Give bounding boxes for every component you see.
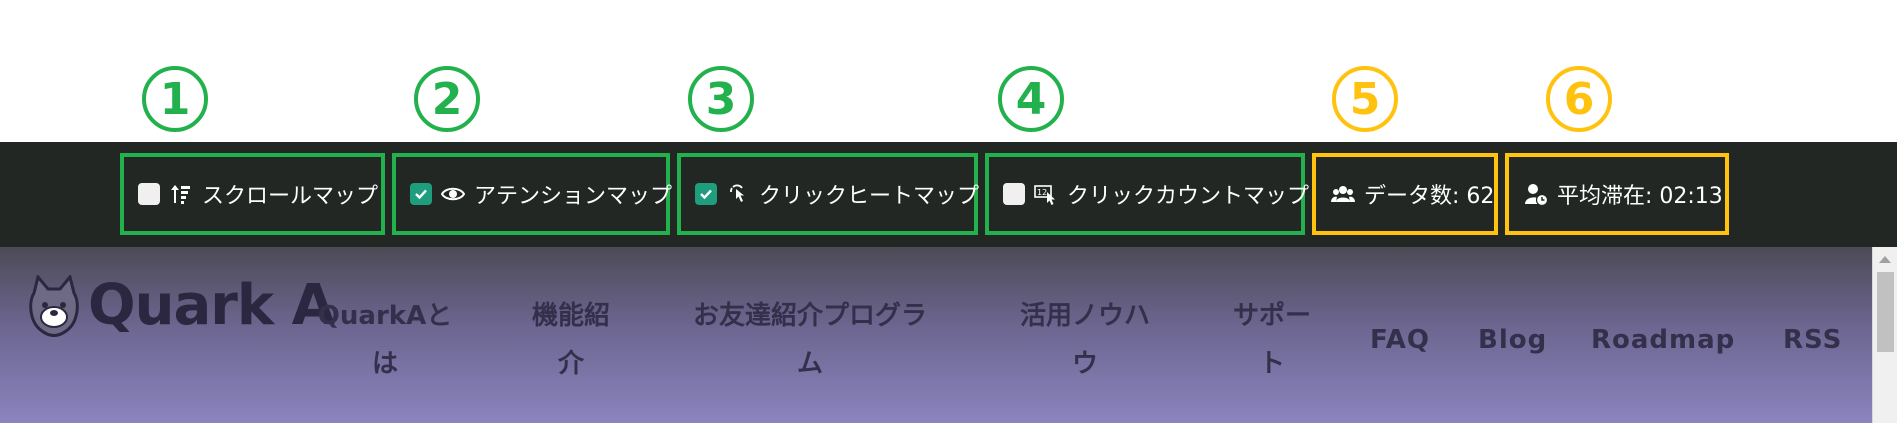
data-count-stat: データ数: 62 bbox=[1312, 153, 1498, 235]
callout-4: 4 bbox=[998, 66, 1064, 132]
click-pointer-icon bbox=[725, 182, 751, 206]
click-count-map-checkbox[interactable] bbox=[1003, 183, 1025, 205]
nav-item-referral[interactable]: お友達紹介プログラ ム bbox=[680, 292, 940, 388]
click-heat-map-toggle[interactable]: クリックヒートマップ bbox=[677, 153, 980, 235]
scroll-map-label: スクロールマップ bbox=[202, 184, 379, 209]
callout-6: 6 bbox=[1546, 66, 1612, 132]
nav-item-roadmap[interactable]: Roadmap bbox=[1591, 316, 1735, 364]
scroll-sort-icon bbox=[168, 182, 194, 206]
click-count-icon: 12 bbox=[1033, 182, 1059, 206]
scroll-map-toggle[interactable]: スクロールマップ bbox=[120, 153, 385, 235]
nav-item-faq[interactable]: FAQ bbox=[1370, 316, 1430, 364]
click-count-map-label: クリックカウントマップ bbox=[1067, 184, 1310, 209]
scroll-up-arrow-icon[interactable] bbox=[1879, 256, 1891, 263]
nav-item-rss[interactable]: RSS bbox=[1783, 316, 1842, 364]
logo-text: Quark A bbox=[88, 273, 335, 338]
callout-5: 5 bbox=[1332, 66, 1398, 132]
nav-item-blog[interactable]: Blog bbox=[1478, 316, 1547, 364]
attention-map-checkbox[interactable] bbox=[410, 183, 432, 205]
data-count-label: データ数: 62 bbox=[1364, 184, 1495, 209]
user-clock-icon bbox=[1523, 182, 1549, 206]
nav-item-about[interactable]: QuarkAと は bbox=[310, 292, 460, 388]
nav-item-knowhow[interactable]: 活用ノウハ ウ bbox=[1010, 292, 1160, 388]
callout-2: 2 bbox=[414, 66, 480, 132]
click-heat-map-checkbox[interactable] bbox=[695, 183, 717, 205]
site-logo[interactable]: Quark A bbox=[26, 273, 335, 338]
scrollbar-thumb[interactable] bbox=[1877, 272, 1894, 352]
eye-icon bbox=[440, 182, 466, 206]
click-heat-map-label: クリックヒートマップ bbox=[759, 184, 980, 209]
callout-1: 1 bbox=[142, 66, 208, 132]
svg-text:12: 12 bbox=[1037, 188, 1047, 197]
avg-stay-label: 平均滞在: 02:13 bbox=[1557, 184, 1723, 209]
nav-item-features[interactable]: 機能紹 介 bbox=[518, 292, 624, 388]
nav-item-support[interactable]: サポー ト bbox=[1222, 292, 1322, 388]
attention-map-label: アテンションマップ bbox=[474, 184, 673, 209]
scroll-map-checkbox[interactable] bbox=[138, 183, 160, 205]
avg-stay-stat: 平均滞在: 02:13 bbox=[1505, 153, 1729, 235]
users-icon bbox=[1330, 182, 1356, 206]
attention-map-toggle[interactable]: アテンションマップ bbox=[392, 153, 673, 235]
click-count-map-toggle[interactable]: 12 クリックカウントマップ bbox=[985, 153, 1309, 235]
dog-logo-icon bbox=[29, 274, 79, 337]
callout-3: 3 bbox=[688, 66, 754, 132]
